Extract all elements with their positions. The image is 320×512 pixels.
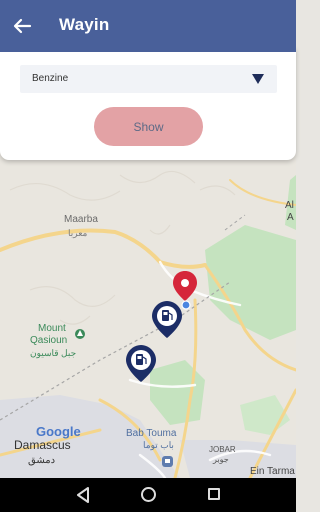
- map-label-bab-touma: Bab Touma: [126, 428, 177, 439]
- map-label-bab-touma-ar: باب توما: [143, 440, 174, 451]
- current-location-dot: [181, 300, 191, 310]
- app-title: Wayin: [59, 15, 110, 34]
- map-label-jobar: JOBAR: [209, 445, 236, 454]
- map-label-damascus: Damascus: [14, 438, 71, 452]
- system-nav-bar: [0, 478, 296, 512]
- map-label-maarba-ar: معربا: [68, 228, 88, 239]
- map-label-ein-tarma: Ein Tarma: [250, 466, 295, 477]
- map-label-qasioun: Qasioun: [30, 335, 67, 346]
- back-arrow-icon[interactable]: [10, 14, 34, 38]
- filter-card: Benzine Show: [0, 48, 296, 160]
- nav-recents-icon[interactable]: [208, 488, 220, 500]
- map-label-jobar-ar: جوبر: [212, 455, 229, 464]
- nav-home-icon[interactable]: [141, 487, 156, 502]
- map-label-maarba: Maarba: [64, 214, 98, 225]
- map-label-edge-a: A: [287, 212, 294, 223]
- fuel-type-value: Benzine: [32, 73, 69, 84]
- fuel-type-dropdown[interactable]: Benzine: [20, 65, 277, 93]
- bus-station-icon: [162, 456, 173, 467]
- app-bar: Wayin: [0, 0, 296, 52]
- park-icon: [75, 329, 85, 339]
- map-label-damascus-ar: دمشق: [28, 455, 55, 466]
- show-button[interactable]: Show: [94, 107, 203, 146]
- map-label-mount: Mount: [38, 323, 66, 334]
- dropdown-arrow-icon: [252, 74, 264, 84]
- nav-back-icon[interactable]: [76, 487, 90, 503]
- map-label-google: Google: [36, 424, 81, 439]
- map-label-edge-al: Al: [285, 200, 294, 211]
- map-label-qasioun-ar: جبل قاسيون: [30, 348, 76, 359]
